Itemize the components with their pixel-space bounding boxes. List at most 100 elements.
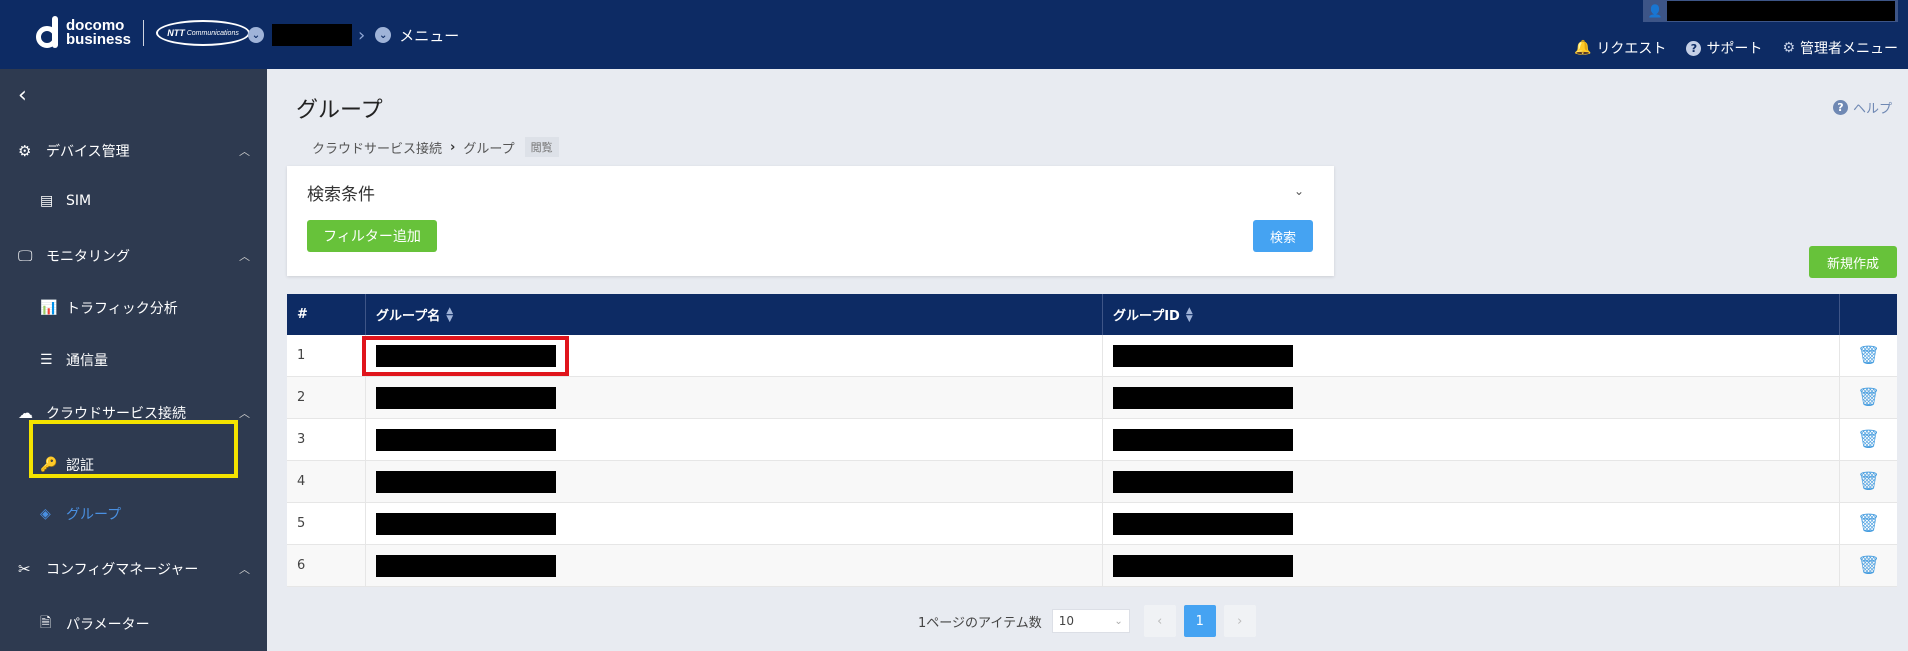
bar-chart-icon: 📊	[40, 300, 58, 316]
redacted-group-id	[1113, 386, 1293, 409]
add-filter-button[interactable]: フィルター追加	[307, 220, 437, 252]
user-icon: 👤	[1647, 4, 1663, 18]
chevron-down-icon: ⌄	[1114, 615, 1123, 627]
sidebar-item-parameter[interactable]: 🗎 パラメーター	[40, 612, 150, 636]
group-id-cell	[1103, 335, 1840, 376]
table-row[interactable]: 2 🗑	[287, 377, 1897, 419]
sidebar-item-data-usage[interactable]: ☰ 通信量	[40, 350, 108, 370]
brand-text: docomo business	[66, 17, 132, 48]
group-name-cell[interactable]	[366, 545, 1103, 586]
redacted-group-id	[1113, 470, 1293, 493]
delete-button[interactable]: 🗑	[1840, 335, 1897, 376]
delete-button[interactable]: 🗑	[1840, 419, 1897, 460]
sidebar-group-monitoring[interactable]: 🖵 モニタリング ︿	[18, 246, 250, 266]
trash-icon: 🗑	[1857, 555, 1880, 576]
admin-menu-link[interactable]: ⚙ 管理者メニュー	[1782, 38, 1898, 58]
search-button[interactable]: 検索	[1253, 220, 1313, 252]
breadcrumb-item-cloud-connect[interactable]: クラウドサービス接続	[312, 138, 442, 157]
chevron-up-icon: ︿	[239, 145, 250, 158]
header-links: 🔔 リクエスト ? サポート ⚙ 管理者メニュー	[1554, 38, 1898, 58]
sidebar-group-device-management[interactable]: ⚙ デバイス管理 ︿	[18, 141, 250, 161]
create-new-button[interactable]: 新規作成	[1809, 246, 1897, 278]
tools-icon: ✂	[18, 560, 31, 578]
trash-icon: 🗑	[1857, 471, 1880, 492]
row-number: 2	[287, 377, 366, 418]
pagination: 1ページのアイテム数 10 ⌄ ‹ 1 ›	[918, 605, 1256, 637]
sort-icon[interactable]: ▲ ▼	[1186, 306, 1193, 323]
redacted-account-name[interactable]	[272, 24, 352, 46]
question-icon: ?	[1832, 100, 1848, 115]
annotation-highlight-group-item	[29, 420, 238, 478]
sidebar: ‹ ⚙ デバイス管理 ︿ ▤ SIM 🖵 モニタリング ︿ 📊 トラフィック分析…	[0, 69, 267, 651]
collapse-sidebar-icon[interactable]: ‹	[18, 83, 27, 108]
chevron-down-icon[interactable]: ⌄	[1294, 184, 1304, 198]
column-header-group-name[interactable]: グループ名 ▲ ▼	[366, 294, 1103, 335]
chevron-up-icon: ︿	[239, 563, 250, 576]
sim-card-icon: ▤	[40, 193, 54, 209]
group-name-cell[interactable]	[366, 377, 1103, 418]
trash-icon: 🗑	[1857, 513, 1880, 534]
row-number: 1	[287, 335, 366, 376]
redacted-group-id	[1113, 344, 1293, 367]
page-title: グループ	[296, 98, 383, 123]
table-row[interactable]: 3 🗑	[287, 419, 1897, 461]
menu-dropdown[interactable]: メニュー	[399, 25, 459, 46]
group-id-cell	[1103, 419, 1840, 460]
chevron-up-icon: ︿	[239, 407, 250, 420]
table-row[interactable]: 5 🗑	[287, 503, 1897, 545]
help-link[interactable]: ? ヘルプ	[1832, 98, 1892, 117]
chevron-down-icon[interactable]: ⌄	[248, 27, 264, 43]
redacted-group-name	[376, 470, 556, 493]
group-id-cell	[1103, 503, 1840, 544]
delete-button[interactable]: 🗑	[1840, 377, 1897, 418]
breadcrumb: クラウドサービス接続 › グループ 閲覧	[312, 137, 559, 157]
chevron-down-icon[interactable]: ⌄	[375, 27, 392, 43]
prev-page-button[interactable]: ‹	[1143, 605, 1176, 637]
next-page-button[interactable]: ›	[1223, 605, 1256, 637]
devices-icon: ⚙	[18, 142, 32, 160]
table-row[interactable]: 4 🗑	[287, 461, 1897, 503]
redacted-group-id	[1113, 428, 1293, 451]
trash-icon: 🗑	[1857, 345, 1880, 366]
group-id-cell	[1103, 377, 1840, 418]
page-number-button[interactable]: 1	[1183, 605, 1216, 637]
delete-button[interactable]: 🗑	[1840, 503, 1897, 544]
items-per-page-select[interactable]: 10 ⌄	[1051, 609, 1130, 633]
table-header: # グループ名 ▲ ▼ グループID ▲ ▼	[287, 294, 1897, 335]
top-navigation: ⌄ › ⌄ メニュー	[248, 24, 459, 46]
chevron-up-icon: ︿	[239, 250, 250, 263]
list-chart-icon: ☰	[40, 352, 53, 368]
redacted-group-id	[1113, 554, 1293, 577]
sort-icon[interactable]: ▲ ▼	[446, 306, 453, 323]
sidebar-group-config-manager[interactable]: ✂ コンフィグマネージャー ︿	[18, 559, 250, 579]
table-row[interactable]: 6 🗑	[287, 545, 1897, 587]
search-conditions-title: 検索条件	[307, 185, 375, 205]
docomo-business-logo[interactable]: docomo business NTT Communications	[34, 16, 251, 50]
delete-button[interactable]: 🗑	[1840, 461, 1897, 502]
view-mode-badge: 閲覧	[524, 137, 559, 157]
row-number: 6	[287, 545, 366, 586]
chevron-right-icon: ›	[358, 24, 366, 46]
gear-icon: ⚙	[1782, 40, 1795, 56]
support-link[interactable]: ? サポート	[1686, 38, 1762, 58]
request-link[interactable]: 🔔 リクエスト	[1574, 38, 1666, 58]
annotation-highlight-first-group-name	[362, 336, 569, 376]
row-number: 4	[287, 461, 366, 502]
sidebar-item-group[interactable]: ◈ グループ	[40, 504, 121, 524]
group-name-cell[interactable]	[366, 503, 1103, 544]
group-name-cell[interactable]	[366, 461, 1103, 502]
chevron-right-icon: ›	[450, 139, 456, 155]
column-header-group-id[interactable]: グループID ▲ ▼	[1103, 294, 1840, 335]
redacted-group-name	[376, 512, 556, 535]
breadcrumb-item-group: グループ	[463, 141, 515, 157]
column-header-number: #	[287, 294, 366, 335]
monitor-icon: 🖵	[18, 247, 33, 265]
group-id-cell	[1103, 545, 1840, 586]
delete-button[interactable]: 🗑	[1840, 545, 1897, 586]
sidebar-item-sim[interactable]: ▤ SIM	[40, 193, 91, 209]
question-icon: ?	[1686, 40, 1702, 56]
sidebar-item-traffic-analysis[interactable]: 📊 トラフィック分析	[40, 298, 178, 318]
user-account[interactable]: 👤	[1643, 0, 1898, 22]
row-number: 5	[287, 503, 366, 544]
group-name-cell[interactable]	[366, 419, 1103, 460]
